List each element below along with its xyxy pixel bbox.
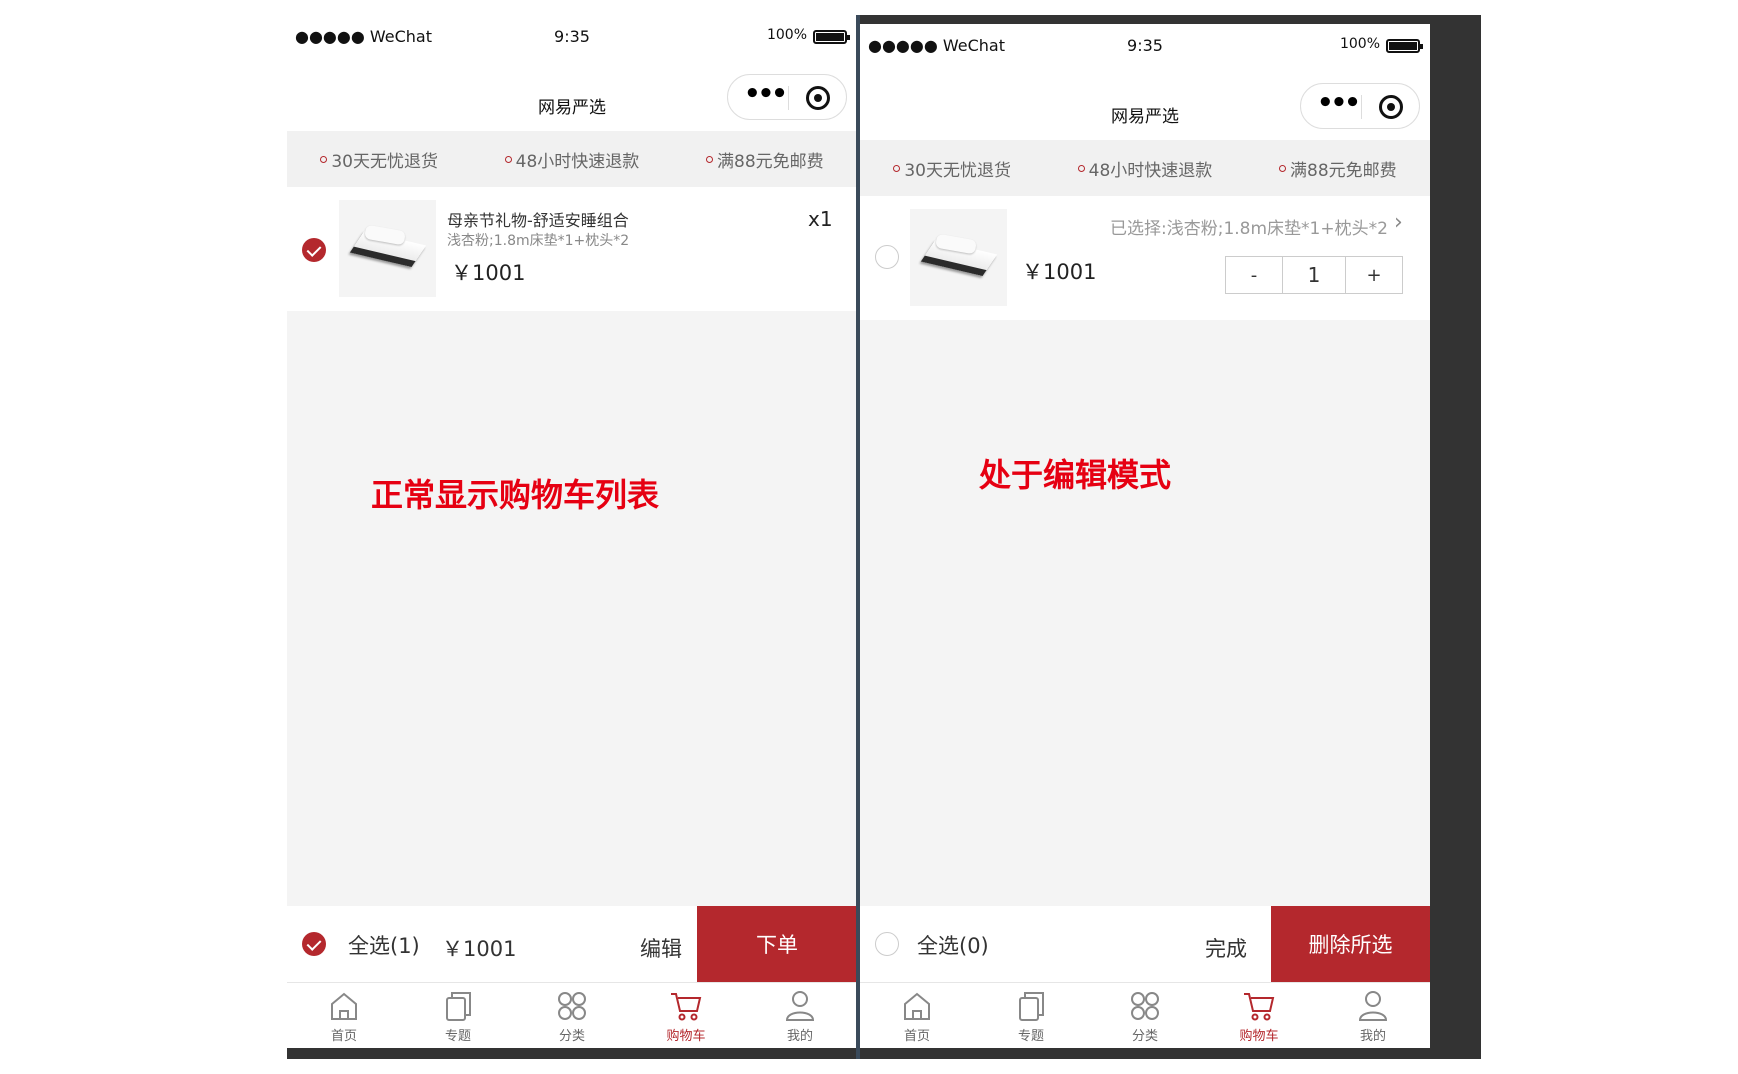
category-icon: [1131, 992, 1159, 1020]
tab-category[interactable]: 分类: [1105, 983, 1185, 1048]
service-item: 30天无忧退货: [893, 156, 1011, 181]
dot-icon: [1077, 164, 1085, 172]
quantity-value[interactable]: 1: [1282, 257, 1346, 293]
home-icon: [904, 992, 930, 1020]
item-spec-selector[interactable]: 已选择:浅杏粉;1.8m床垫*1+枕头*2: [1110, 214, 1388, 239]
tab-home[interactable]: 首页: [877, 983, 957, 1048]
checkout-button[interactable]: 下单: [697, 906, 857, 982]
service-item: 满88元免邮费: [1279, 156, 1397, 181]
battery-label: 100%: [1339, 36, 1380, 52]
cart-footer: 全选(1) ￥1001 编辑 下单: [287, 906, 857, 982]
service-item: 48小时快速退款: [504, 147, 639, 172]
item-checkbox[interactable]: [302, 238, 326, 262]
more-icon[interactable]: •••: [1317, 90, 1361, 116]
tab-profile[interactable]: 我的: [760, 983, 840, 1048]
close-icon[interactable]: [806, 86, 830, 110]
nav-bar: 网易严选 •••: [860, 62, 1430, 140]
dot-icon: [320, 155, 328, 163]
cart-item: 已选择:浅杏粉;1.8m床垫*1+枕头*2 › ￥1001 - 1 +: [860, 196, 1430, 320]
cart-icon: [671, 993, 702, 1021]
cart-footer: 全选(0) 完成 删除所选: [860, 906, 1430, 982]
item-price: ￥1001: [1022, 260, 1097, 284]
home-icon: [331, 992, 357, 1020]
tab-bar: 首页 专题 分类 购物车 我的: [860, 982, 1430, 1048]
item-spec: 浅杏粉;1.8m床垫*1+枕头*2: [447, 233, 630, 249]
user-icon: [785, 991, 815, 1021]
dot-icon: [706, 155, 713, 163]
annotation-label: 正常显示购物车列表: [371, 476, 660, 514]
chevron-right-icon[interactable]: ›: [1394, 210, 1403, 235]
item-quantity: x1: [808, 207, 833, 231]
product-thumbnail[interactable]: [910, 209, 1007, 306]
tab-cart[interactable]: 购物车: [1219, 983, 1299, 1048]
item-checkbox[interactable]: [875, 245, 899, 269]
item-price: ￥1001: [451, 261, 526, 285]
service-bar: 30天无忧退货 48小时快速退款 满88元免邮费: [287, 131, 857, 187]
quantity-stepper: - 1 +: [1225, 256, 1403, 294]
tab-home[interactable]: 首页: [304, 983, 384, 1048]
close-icon[interactable]: [1379, 95, 1403, 119]
mini-program-capsule: •••: [727, 74, 847, 120]
product-thumbnail[interactable]: [339, 200, 436, 297]
status-bar: ●●●●● WeChat 9:35 100%: [287, 15, 857, 53]
battery-icon: [813, 30, 850, 44]
dot-icon: [1279, 164, 1286, 172]
battery-icon: [1386, 39, 1423, 53]
capsule-divider: [1361, 95, 1362, 119]
edit-button[interactable]: 编辑: [640, 933, 682, 963]
select-all-label[interactable]: 全选(1): [348, 930, 420, 960]
service-item: 30天无忧退货: [320, 147, 438, 172]
service-item: 满88元免邮费: [706, 147, 824, 172]
phone-edit-mode: ●●●●● WeChat 9:35 100% 网易严选 ••• 30天无忧退货 …: [860, 24, 1430, 1048]
dot-icon: [893, 164, 901, 172]
annotation-label: 处于编辑模式: [979, 456, 1172, 494]
dot-icon: [504, 155, 512, 163]
phone-normal-mode: ●●●●● WeChat 9:35 100% 网易严选 ••• 30天无忧退货 …: [287, 15, 857, 1048]
status-bar: ●●●●● WeChat 9:35 100%: [860, 24, 1430, 62]
done-button[interactable]: 完成: [1205, 933, 1247, 963]
mini-program-capsule: •••: [1300, 83, 1420, 129]
tab-profile[interactable]: 我的: [1333, 983, 1413, 1048]
service-bar: 30天无忧退货 48小时快速退款 满88元免邮费: [860, 140, 1430, 196]
cart-icon: [1244, 993, 1275, 1021]
topic-icon: [1019, 992, 1044, 1021]
item-name: 母亲节礼物-舒适安睡组合: [447, 211, 629, 230]
tab-cart[interactable]: 购物车: [646, 983, 726, 1048]
tab-topic[interactable]: 专题: [418, 983, 498, 1048]
more-icon[interactable]: •••: [744, 81, 788, 107]
select-all-checkbox[interactable]: [875, 932, 899, 956]
tab-bar: 首页 专题 分类 购物车 我的: [287, 982, 857, 1048]
delete-selected-button[interactable]: 删除所选: [1271, 906, 1430, 982]
battery-label: 100%: [766, 27, 807, 43]
topic-icon: [446, 992, 471, 1021]
capsule-divider: [788, 86, 789, 110]
tab-category[interactable]: 分类: [532, 983, 612, 1048]
decrease-button[interactable]: -: [1226, 257, 1282, 293]
select-all-label[interactable]: 全选(0): [917, 930, 989, 960]
increase-button[interactable]: +: [1346, 257, 1402, 293]
select-all-checkbox[interactable]: [302, 932, 326, 956]
category-icon: [558, 992, 586, 1020]
tab-topic[interactable]: 专题: [991, 983, 1071, 1048]
user-icon: [1358, 991, 1388, 1021]
nav-bar: 网易严选 •••: [287, 53, 857, 131]
cart-item: 母亲节礼物-舒适安睡组合 浅杏粉;1.8m床垫*1+枕头*2 ￥1001 x1: [287, 187, 857, 311]
service-item: 48小时快速退款: [1077, 156, 1212, 181]
total-price: ￥1001: [442, 937, 517, 961]
